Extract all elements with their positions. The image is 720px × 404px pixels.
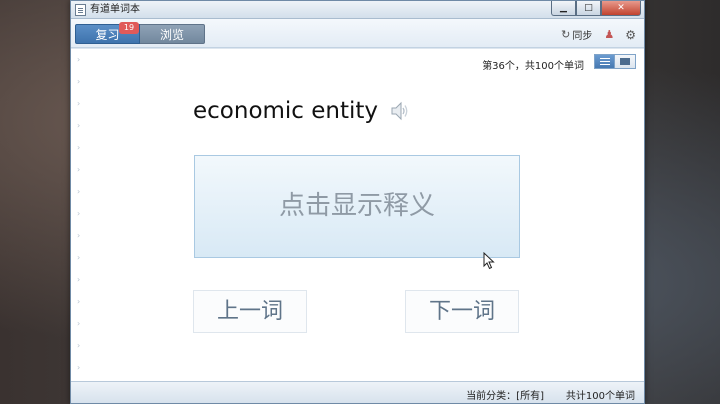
left-rail: › › › › › › › › › › › › › › › — [71, 49, 91, 381]
toolbar: 复习 19 浏览 ↻ 同步 ♟ ⚙ — [71, 19, 644, 48]
gear-icon[interactable]: ⚙ — [625, 28, 636, 42]
list-view-button[interactable] — [594, 54, 615, 69]
tab-browse-label: 浏览 — [159, 28, 184, 42]
current-category[interactable]: 当前分类：[所有] — [466, 387, 544, 402]
rail-marker: › — [77, 209, 81, 218]
sync-button[interactable]: 同步 — [572, 27, 592, 42]
rail-marker: › — [77, 77, 81, 86]
minimize-button[interactable]: ▁ — [551, 1, 576, 16]
word-row: economic entity — [193, 98, 408, 124]
view-toggle — [594, 54, 636, 69]
rail-marker: › — [77, 363, 81, 372]
sync-icon[interactable]: ↻ — [561, 28, 570, 41]
card-view-icon — [620, 58, 630, 65]
rail-marker: › — [77, 187, 81, 196]
mouse-cursor-icon — [483, 252, 495, 270]
show-definition-button[interactable]: 点击显示释义 — [194, 155, 520, 258]
rail-marker: › — [77, 99, 81, 108]
next-word-button[interactable]: 下一词 — [405, 290, 519, 333]
rail-marker: › — [77, 55, 81, 64]
wordbook-window: 有道单词本 ▁ □ ✕ 复习 19 浏览 ↻ 同步 ♟ ⚙ › › › › › … — [70, 0, 645, 404]
toolbar-actions: ↻ 同步 ♟ ⚙ — [561, 27, 636, 43]
status-bar: 当前分类：[所有] 共计100个单词 — [71, 381, 644, 403]
rail-marker: › — [77, 275, 81, 284]
previous-word-button[interactable]: 上一词 — [193, 290, 307, 333]
tab-review-label: 复习 — [95, 28, 120, 42]
review-count-badge: 19 — [119, 22, 139, 34]
window-controls: ▁ □ ✕ — [551, 1, 641, 18]
main-content: › › › › › › › › › › › › › › › 第36个，共100个… — [71, 49, 644, 381]
title-bar[interactable]: 有道单词本 ▁ □ ✕ — [71, 1, 644, 19]
total-words: 共计100个单词 — [565, 391, 635, 402]
rail-marker: › — [77, 253, 81, 262]
word-progress: 第36个，共100个单词 — [482, 61, 584, 72]
tab-review[interactable]: 复习 19 — [75, 22, 140, 44]
maximize-button[interactable]: □ — [576, 1, 601, 16]
rail-marker: › — [77, 297, 81, 306]
rail-marker: › — [77, 143, 81, 152]
window-title: 有道单词本 — [90, 4, 140, 15]
current-word: economic entity — [193, 98, 379, 124]
list-view-icon — [599, 58, 610, 65]
card-view-button[interactable] — [615, 54, 636, 69]
rail-marker: › — [77, 341, 81, 350]
tab-browse[interactable]: 浏览 — [140, 24, 205, 44]
rail-marker: › — [77, 231, 81, 240]
app-icon — [75, 4, 86, 16]
rail-marker: › — [77, 121, 81, 130]
user-icon[interactable]: ♟ — [604, 28, 614, 41]
close-button[interactable]: ✕ — [601, 1, 641, 16]
mode-tabs: 复习 19 浏览 — [75, 22, 205, 44]
rail-marker: › — [77, 165, 81, 174]
speaker-icon[interactable] — [390, 101, 408, 121]
rail-marker: › — [77, 319, 81, 328]
